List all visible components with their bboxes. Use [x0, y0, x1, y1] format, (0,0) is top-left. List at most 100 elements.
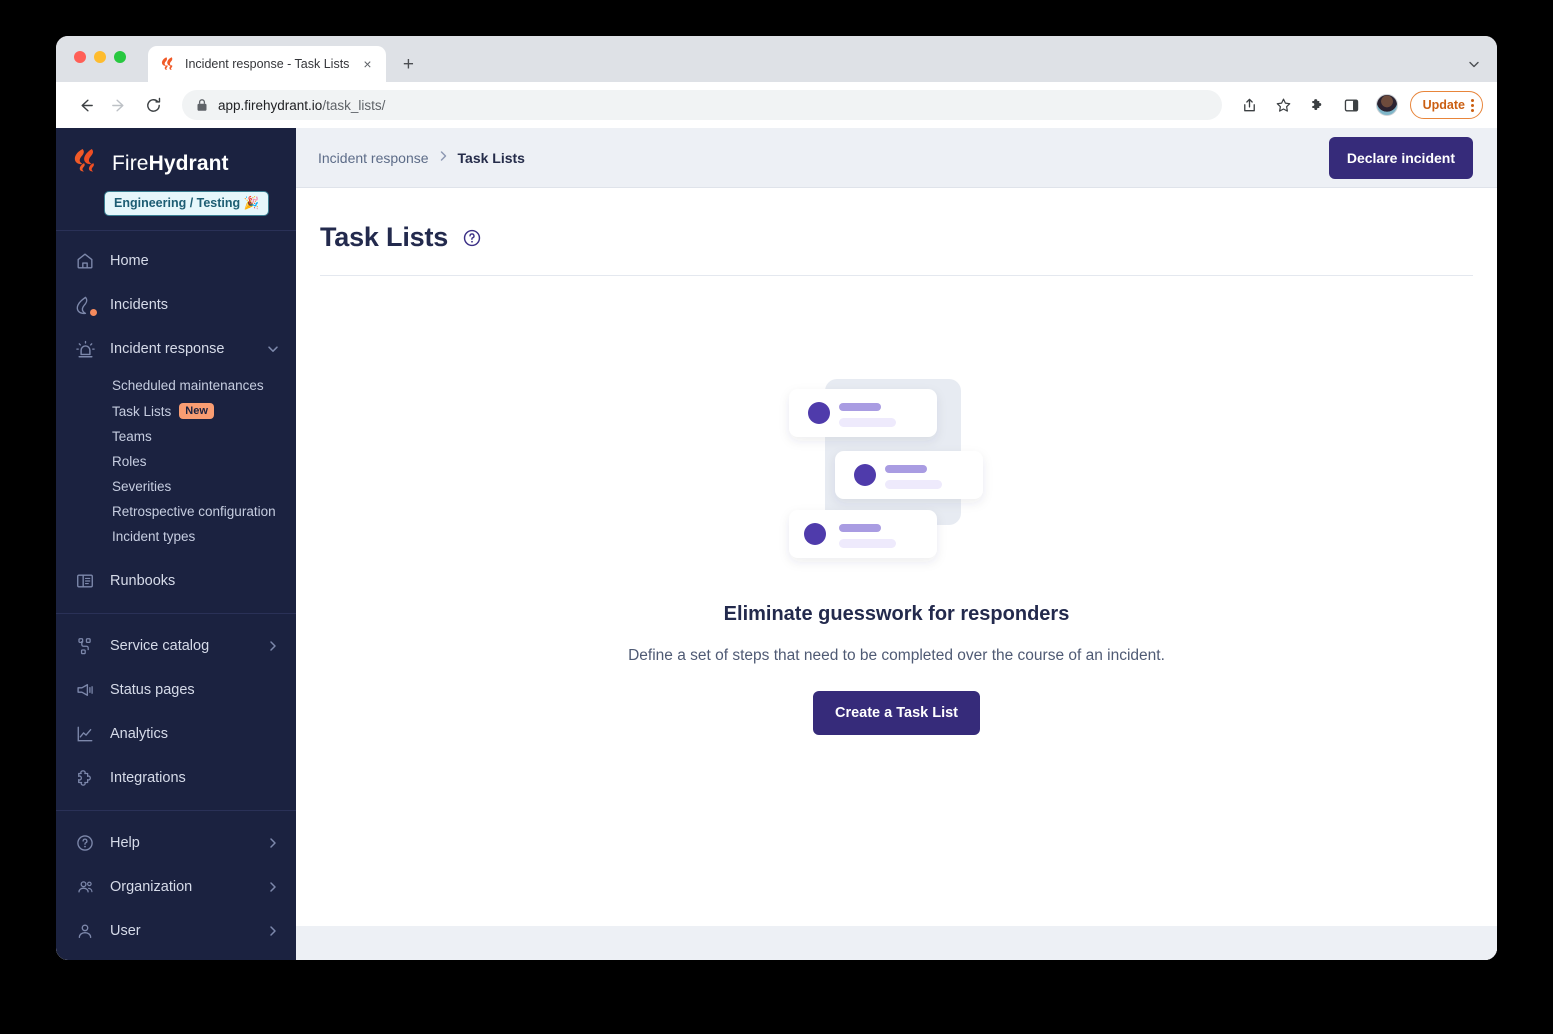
task-list-cards-illustration — [779, 370, 1015, 575]
sidebar-item-label: Integrations — [110, 770, 186, 787]
window-traffic-lights — [74, 51, 126, 63]
sidebar-item-incident-response[interactable]: Incident response — [56, 327, 296, 371]
sidebar-item-help[interactable]: Help — [56, 821, 296, 865]
back-button[interactable] — [70, 90, 100, 120]
org-badge[interactable]: Engineering / Testing 🎉 — [104, 191, 270, 216]
tab-close-icon[interactable]: × — [358, 55, 376, 73]
analytics-chart-icon — [74, 723, 96, 745]
sidebar-item-incidents[interactable]: Incidents — [56, 283, 296, 327]
sidebar-item-severities[interactable]: Severities — [56, 474, 296, 499]
firehydrant-logo-icon — [74, 148, 102, 179]
sidebar-item-label: Incidents — [110, 297, 169, 313]
close-window-button[interactable] — [74, 51, 86, 63]
sidebar-item-retrospective-configuration[interactable]: Retrospective configuration — [56, 499, 296, 524]
sidebar-subitem-label: Scheduled maintenances — [112, 378, 264, 393]
application-body: FireHydrant Engineering / Testing 🎉 Home — [56, 128, 1497, 960]
service-catalog-icon — [74, 635, 96, 657]
puzzle-piece-icon — [74, 767, 96, 789]
chevron-right-icon — [266, 639, 280, 653]
tab-search-chevron-icon[interactable] — [1467, 57, 1481, 74]
incidents-alert-dot — [89, 308, 98, 317]
page-title: Task Lists — [320, 222, 449, 252]
sidebar-divider — [56, 810, 296, 812]
sidebar-item-teams[interactable]: Teams — [56, 424, 296, 449]
sidebar-item-label: User — [110, 923, 141, 940]
lock-icon — [196, 98, 208, 112]
sidebar-item-organization[interactable]: Organization — [56, 865, 296, 909]
sidebar-brand: FireHydrant Engineering / Testing 🎉 — [56, 128, 296, 231]
browser-toolbar: app.firehydrant.io/task_lists/ Update — [56, 82, 1497, 128]
content-bottom-bar — [296, 926, 1497, 960]
sidebar-item-integrations[interactable]: Integrations — [56, 756, 296, 800]
people-icon — [74, 876, 96, 898]
sidebar-item-task-lists[interactable]: Task Lists New — [56, 398, 296, 424]
sidebar-item-label: Service catalog — [110, 638, 210, 655]
share-icon[interactable] — [1236, 91, 1264, 119]
new-tab-button[interactable]: + — [394, 50, 422, 78]
brand-name: FireHydrant — [112, 152, 229, 176]
sidebar-item-label: Status pages — [110, 682, 195, 699]
chevron-right-icon — [438, 150, 449, 165]
create-task-list-button[interactable]: Create a Task List — [812, 691, 981, 735]
browser-tab[interactable]: Incident response - Task Lists × — [148, 46, 387, 82]
empty-state-headline: Eliminate guesswork for responders — [723, 603, 1070, 625]
page-container: Task Lists Eliminate guesswork for respo… — [296, 188, 1497, 926]
home-icon — [74, 250, 96, 272]
sidebar-subitem-label: Roles — [112, 454, 147, 470]
maximize-window-button[interactable] — [114, 51, 126, 63]
brand-row[interactable]: FireHydrant — [56, 148, 296, 179]
sidebar-item-label: Runbooks — [110, 573, 176, 590]
runbook-icon — [74, 570, 96, 592]
new-badge: New — [179, 403, 214, 420]
sidebar-divider — [56, 613, 296, 615]
content-topbar: Incident response Task Lists Declare inc… — [296, 128, 1497, 188]
sidebar-nav: Home Incidents Incident response Schedul… — [56, 231, 296, 953]
side-panel-icon[interactable] — [1338, 91, 1366, 119]
update-button[interactable]: Update — [1409, 91, 1483, 119]
question-circle-icon[interactable] — [462, 228, 482, 248]
main-content: Incident response Task Lists Declare inc… — [296, 128, 1497, 960]
sidebar-item-service-catalog[interactable]: Service catalog — [56, 624, 296, 668]
address-bar[interactable]: app.firehydrant.io/task_lists/ — [182, 90, 1222, 120]
breadcrumb: Incident response Task Lists — [318, 150, 525, 166]
reload-button[interactable] — [138, 90, 168, 120]
sidebar-subitem-label: Incident types — [112, 529, 196, 545]
sidebar-item-home[interactable]: Home — [56, 239, 296, 283]
puzzle-piece-icon[interactable] — [1304, 91, 1332, 119]
url-path: /task_lists/ — [322, 97, 386, 113]
sidebar-item-incident-types[interactable]: Incident types — [56, 524, 296, 549]
breadcrumb-parent-link[interactable]: Incident response — [318, 150, 429, 166]
declare-incident-button[interactable]: Declare incident — [1328, 136, 1473, 179]
megaphone-icon — [74, 679, 96, 701]
minimize-window-button[interactable] — [94, 51, 106, 63]
chevron-down-icon — [266, 342, 280, 356]
toolbar-actions: Update — [1236, 91, 1483, 119]
browser-window: Incident response - Task Lists × + app.f… — [56, 36, 1497, 960]
forward-button[interactable] — [104, 90, 134, 120]
browser-tabstrip: Incident response - Task Lists × + — [56, 36, 1497, 82]
sidebar-item-label: Organization — [110, 879, 193, 896]
sidebar-subitem-label: Severities — [112, 479, 172, 495]
sidebar-subitem-label: Task Lists — [112, 403, 172, 419]
sidebar-item-analytics[interactable]: Analytics — [56, 712, 296, 756]
sidebar-item-label: Analytics — [110, 726, 169, 743]
empty-state-description: Define a set of steps that need to be co… — [628, 647, 1165, 664]
sidebar-item-runbooks[interactable]: Runbooks — [56, 559, 296, 603]
tab-title: Incident response - Task Lists — [185, 57, 350, 71]
url-host: app.firehydrant.io — [218, 97, 323, 113]
sidebar-subnav-incident-response: Scheduled maintenances Task Lists New Te… — [56, 371, 296, 559]
sidebar-item-roles[interactable]: Roles — [56, 449, 296, 474]
kebab-menu-icon[interactable] — [1471, 98, 1474, 112]
sidebar-subitem-label: Retrospective configuration — [112, 504, 276, 520]
sidebar-item-status-pages[interactable]: Status pages — [56, 668, 296, 712]
person-icon — [74, 920, 96, 942]
url-text: app.firehydrant.io/task_lists/ — [218, 98, 385, 113]
firehydrant-flame-icon — [160, 56, 176, 72]
sidebar-item-label: Help — [110, 835, 140, 852]
sidebar-item-scheduled-maintenances[interactable]: Scheduled maintenances — [56, 373, 296, 398]
profile-avatar[interactable] — [1375, 94, 1398, 116]
star-icon[interactable] — [1270, 91, 1298, 119]
sidebar-item-label: Incident response — [110, 341, 225, 357]
sidebar-item-user[interactable]: User — [56, 909, 296, 953]
brand-name-bold: Hydrant — [148, 151, 229, 175]
